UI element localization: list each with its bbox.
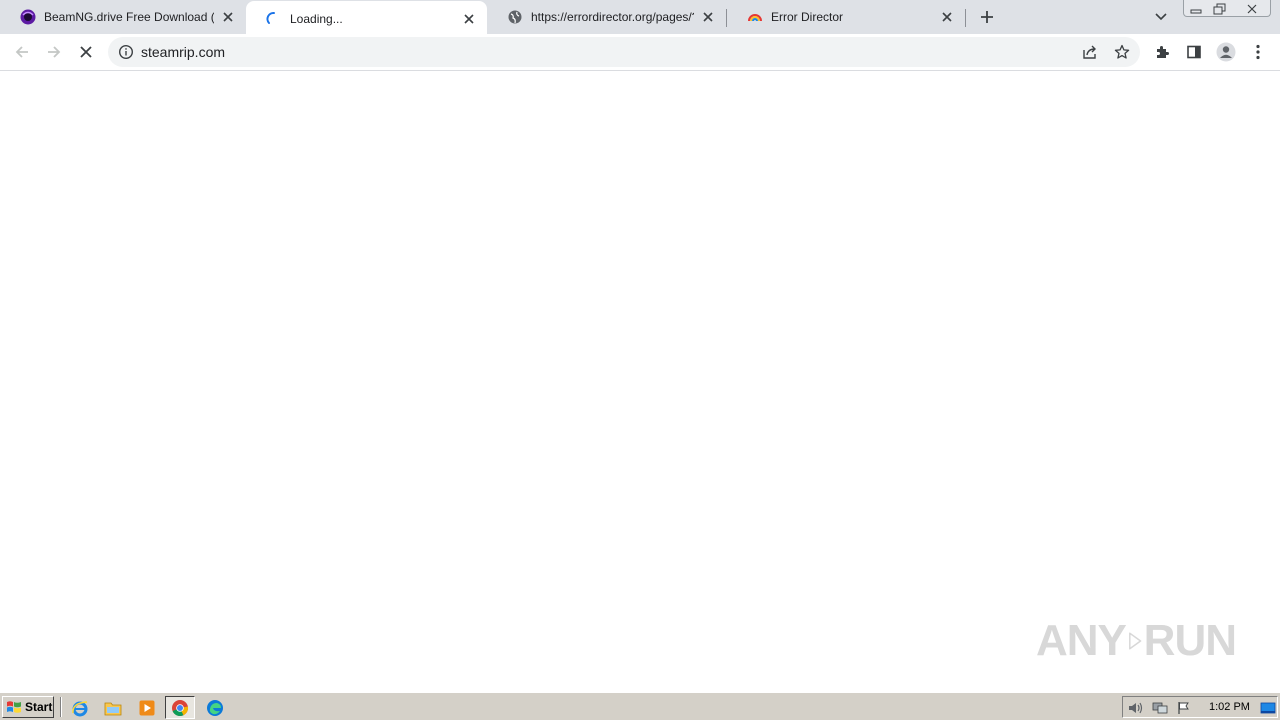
- windows-taskbar: Start 1:02 PM: [0, 692, 1280, 720]
- globe-icon: [507, 9, 523, 25]
- tab-separator: [965, 9, 966, 27]
- network-icon[interactable]: [1151, 699, 1169, 717]
- taskbar-clock[interactable]: 1:02 PM: [1209, 701, 1250, 713]
- tab-loading[interactable]: Loading...: [246, 1, 487, 36]
- anyrun-watermark: ANY RUN: [1036, 608, 1237, 674]
- stop-loading-icon[interactable]: [72, 38, 100, 66]
- action-center-flag-icon[interactable]: [1175, 699, 1193, 717]
- volume-icon[interactable]: [1126, 699, 1144, 717]
- play-triangle-icon: [1128, 632, 1142, 650]
- bookmark-star-icon[interactable]: [1110, 40, 1134, 64]
- back-arrow-icon[interactable]: [8, 38, 36, 66]
- loading-spinner-icon: [266, 11, 282, 27]
- restore-icon[interactable]: [1208, 0, 1232, 17]
- windows-logo-icon: [7, 701, 21, 713]
- watermark-right-text: RUN: [1143, 616, 1237, 665]
- beamng-favicon-icon: [20, 9, 36, 25]
- rainbow-favicon-icon: [747, 9, 763, 25]
- browser-toolbar: steamrip.com: [0, 34, 1280, 71]
- start-label: Start: [25, 700, 53, 714]
- close-window-icon[interactable]: [1240, 0, 1264, 17]
- watermark-left-text: ANY: [1036, 616, 1127, 665]
- forward-arrow-icon[interactable]: [40, 38, 68, 66]
- system-tray: 1:02 PM: [1122, 696, 1278, 718]
- show-desktop-icon[interactable]: [1259, 699, 1277, 717]
- start-button[interactable]: Start: [2, 696, 54, 718]
- page-content: [0, 72, 1280, 692]
- close-tab-icon[interactable]: [461, 11, 477, 27]
- media-player-icon[interactable]: [136, 697, 158, 719]
- tab-title: Error Director: [771, 10, 844, 24]
- tab-strip: BeamNG.drive Free Download (v0.3 Loading…: [0, 0, 1280, 36]
- tab-beamng[interactable]: BeamNG.drive Free Download (v0.3: [0, 0, 246, 34]
- close-tab-icon[interactable]: [220, 9, 236, 25]
- side-panel-icon[interactable]: [1180, 38, 1208, 66]
- tab-title: Loading...: [290, 11, 343, 26]
- address-bar[interactable]: steamrip.com: [108, 37, 1140, 67]
- tab-title: https://errordirector.org/pages/?a=: [531, 10, 694, 24]
- minimize-icon[interactable]: [1184, 0, 1208, 17]
- extensions-puzzle-icon[interactable]: [1148, 38, 1176, 66]
- url-text[interactable]: steamrip.com: [141, 44, 225, 60]
- chrome-taskbar-icon[interactable]: [165, 696, 195, 719]
- close-tab-icon[interactable]: [700, 9, 716, 25]
- tab-title: BeamNG.drive Free Download (v0.3: [44, 10, 214, 24]
- tab-errordirector-url[interactable]: https://errordirector.org/pages/?a=: [487, 0, 726, 34]
- new-tab-button[interactable]: [976, 6, 998, 28]
- tab-error-director[interactable]: Error Director: [727, 0, 965, 34]
- site-info-icon[interactable]: [118, 44, 134, 60]
- edge-icon[interactable]: [204, 697, 226, 719]
- internet-explorer-icon[interactable]: [69, 697, 91, 719]
- close-tab-icon[interactable]: [939, 9, 955, 25]
- menu-kebab-icon[interactable]: [1244, 38, 1272, 66]
- file-explorer-icon[interactable]: [102, 697, 124, 719]
- share-icon[interactable]: [1078, 40, 1102, 64]
- profile-avatar-icon[interactable]: [1212, 38, 1240, 66]
- taskbar-divider: [60, 697, 62, 717]
- tab-search-chevron-icon[interactable]: [1150, 6, 1172, 28]
